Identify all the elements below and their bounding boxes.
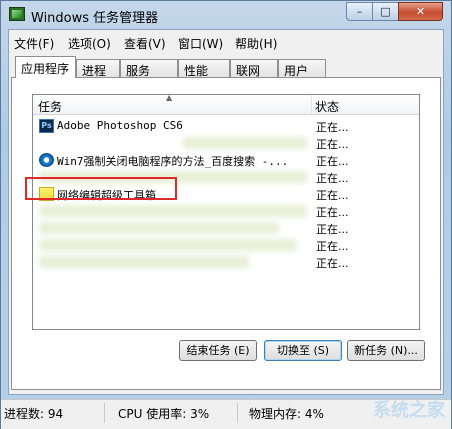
menu-bar: 文件(F) 选项(O) 查看(V) 窗口(W) 帮助(H) (9, 32, 443, 52)
task-list[interactable]: 任务 ▲ 状态 Ps Adobe Photoshop CS6 正在... 正在.… (32, 94, 420, 330)
highlight-box (25, 177, 177, 200)
switch-to-button[interactable]: 切换至 (S) (264, 340, 342, 361)
task-status: 正在... (316, 223, 349, 236)
table-row[interactable]: 正在... (33, 237, 419, 254)
tab-users[interactable]: 用户 (278, 59, 326, 78)
menu-view[interactable]: 查看(V) (124, 35, 166, 52)
task-status: 正在... (316, 138, 349, 151)
tab-services[interactable]: 服务 (120, 59, 178, 78)
blurred-content (39, 256, 249, 268)
client-area: 文件(F) 选项(O) 查看(V) 窗口(W) 帮助(H) 应用程序 进程 服务… (8, 29, 444, 395)
cpu-usage: CPU 使用率: 3% (118, 407, 210, 421)
list-header: 任务 ▲ 状态 (33, 95, 419, 115)
blurred-content (183, 137, 307, 149)
menu-options[interactable]: 选项(O) (68, 35, 111, 52)
task-manager-window: Windows 任务管理器 – □ ✕ 文件(F) 选项(O) 查看(V) 窗口… (0, 0, 452, 429)
close-button[interactable]: ✕ (398, 2, 443, 21)
tab-strip: 应用程序 进程 服务 性能 联网 用户 (9, 56, 443, 78)
task-status: 正在... (316, 206, 349, 219)
table-row[interactable]: 正在... (33, 220, 419, 237)
menu-window[interactable]: 窗口(W) (178, 35, 223, 52)
blurred-content (39, 222, 279, 234)
window-title: Windows 任务管理器 (31, 11, 159, 26)
tab-performance[interactable]: 性能 (178, 59, 230, 78)
task-status: 正在... (316, 257, 349, 270)
blurred-content (39, 239, 297, 251)
watermark-text: 系统之家 (373, 400, 445, 421)
column-status[interactable]: 状态 (315, 98, 339, 115)
applications-panel: 任务 ▲ 状态 Ps Adobe Photoshop CS6 正在... 正在.… (11, 77, 441, 390)
task-status: 正在... (316, 189, 349, 202)
minimize-button[interactable]: – (346, 2, 373, 21)
column-task-label: 任务 (38, 100, 63, 114)
table-row[interactable]: 正在... (33, 203, 419, 220)
blurred-content (39, 205, 307, 217)
maximize-button[interactable]: □ (372, 2, 399, 21)
task-status: 正在... (316, 155, 349, 168)
task-status: 正在... (316, 172, 349, 185)
task-name: Adobe Photoshop CS6 (57, 119, 183, 132)
task-status: 正在... (316, 121, 349, 134)
new-task-button[interactable]: 新任务 (N)... (347, 340, 425, 361)
tab-applications[interactable]: 应用程序 (15, 56, 76, 78)
memory-usage: 物理内存: 4% (249, 407, 324, 421)
menu-help[interactable]: 帮助(H) (235, 35, 277, 52)
tab-networking[interactable]: 联网 (230, 59, 278, 78)
table-row[interactable]: 正在... (33, 254, 419, 271)
status-divider (237, 403, 238, 423)
table-row[interactable]: 正在... (33, 135, 419, 152)
tab-processes[interactable]: 进程 (76, 59, 120, 78)
task-status: 正在... (316, 240, 349, 253)
process-count: 进程数: 94 (4, 407, 64, 421)
column-task[interactable]: 任务 ▲ (33, 95, 312, 114)
table-row[interactable]: Win7强制关闭电脑程序的方法_百度搜索 -... 正在... (33, 152, 419, 169)
task-name: Win7强制关闭电脑程序的方法_百度搜索 -... (57, 155, 289, 168)
sort-ascending-icon: ▲ (166, 94, 173, 102)
title-bar[interactable]: Windows 任务管理器 – □ ✕ (1, 1, 451, 29)
photoshop-icon: Ps (39, 119, 54, 133)
table-row[interactable]: Ps Adobe Photoshop CS6 正在... (33, 118, 419, 135)
end-task-button[interactable]: 结束任务 (E) (179, 340, 257, 361)
menu-file[interactable]: 文件(F) (14, 35, 54, 52)
status-divider (104, 403, 105, 423)
status-bar: 进程数: 94 CPU 使用率: 3% 物理内存: 4% 系统之家 (1, 399, 451, 429)
task-manager-icon (9, 7, 25, 21)
ie-icon (39, 153, 54, 167)
